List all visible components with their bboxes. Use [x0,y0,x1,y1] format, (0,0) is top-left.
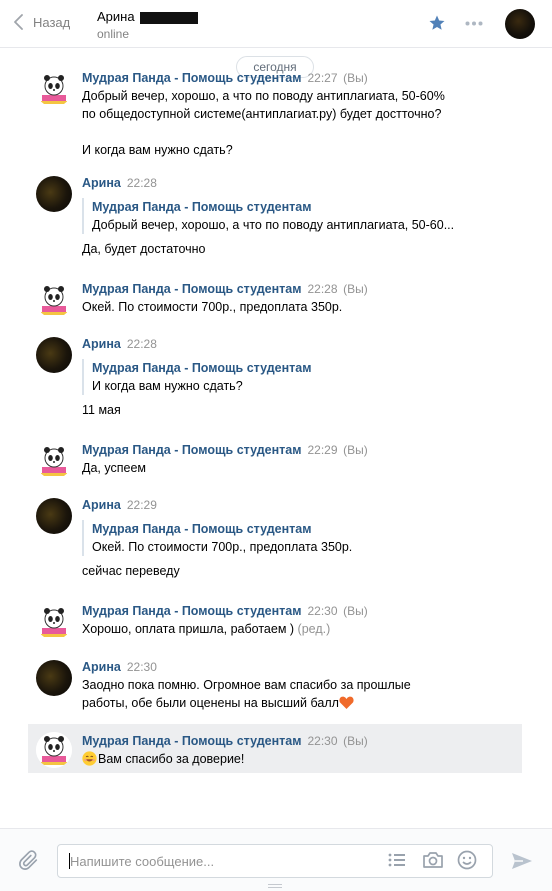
forward-text: Добрый вечер, хорошо, а что по поводу ан… [92,218,455,232]
message-you-tag: (Вы) [343,443,368,457]
message-text: сейчас переведу [82,564,180,578]
panda-avatar[interactable] [36,443,72,479]
message-time[interactable]: 22:30 [307,734,337,748]
message-text-row: работы, обе были оценены на высший балл [82,694,522,712]
back-label: Назад [33,14,71,30]
message-author[interactable]: Мудрая Панда - Помощь студентам [82,71,301,85]
camera-icon[interactable] [422,851,444,869]
message-author[interactable]: Арина [82,337,121,351]
message-time[interactable]: 22:28 [127,337,157,351]
peer-avatar[interactable] [505,9,535,39]
more-dots-icon[interactable] [465,21,483,26]
message-you-tag: (Вы) [343,282,368,296]
message-time[interactable]: 22:27 [307,71,337,85]
message-text: И когда вам нужно сдать? [82,143,233,157]
peer-avatar[interactable] [36,660,72,696]
message-text: работы, обе были оценены на высший балл [82,696,339,710]
message-body: Арина 22:30 Заодно пока помню. Огромное в… [82,658,522,712]
peer-avatar[interactable] [36,498,72,534]
message-you-tag: (Вы) [343,71,368,85]
panda-avatar[interactable] [36,71,72,107]
message-author[interactable]: Мудрая Панда - Помощь студентам [82,443,301,457]
message-text-row: Вам спасибо за доверие! [82,750,522,768]
message-author[interactable]: Арина [82,176,121,190]
message-time[interactable]: 22:30 [307,604,337,618]
back-button[interactable]: Назад [14,14,70,30]
text-cursor [69,853,70,869]
message-author[interactable]: Арина [82,660,121,674]
message-author[interactable]: Мудрая Панда - Помощь студентам [82,282,301,296]
paperclip-icon[interactable] [18,850,40,872]
panda-avatar[interactable] [36,604,72,640]
message-highlighted: Мудрая Панда - Помощь студентам 22:30 (Вы… [28,724,522,773]
message-body: Мудрая Панда - Помощь студентам 22:27 (Вы… [82,69,522,159]
edited-mark[interactable]: (ред.) [298,622,331,636]
message-text-row: Хорошо, оплата пришла, работаем ) (ред.) [82,620,522,638]
emoji-smile-icon[interactable] [457,850,477,870]
list-icon[interactable] [388,852,406,868]
peer-status: online [97,27,130,41]
send-icon[interactable] [511,851,533,871]
back-chevron-icon [14,14,23,30]
message-body: Арина 22:28 Мудрая Панда - Помощь студент… [82,335,522,419]
message-time[interactable]: 22:30 [127,660,157,674]
message-author[interactable]: Арина [82,498,121,512]
forwarded-message[interactable]: Мудрая Панда - Помощь студентам Окей. По… [82,520,522,556]
star-icon[interactable] [428,14,446,32]
message-time[interactable]: 22:29 [307,443,337,457]
message-text: 11 мая [82,403,121,417]
heart-emoji-icon [339,696,354,709]
message-text: Хорошо, оплата пришла, работаем ) [82,622,295,636]
panda-avatar[interactable] [36,282,72,318]
message-you-tag: (Вы) [343,734,368,748]
resize-grip[interactable] [268,884,282,888]
forward-text: И когда вам нужно сдать? [92,379,243,393]
forwarded-message[interactable]: Мудрая Панда - Помощь студентам Добрый в… [82,198,522,234]
message-time[interactable]: 22:29 [127,498,157,512]
panda-avatar[interactable] [36,732,72,768]
forward-text: Окей. По стоимости 700р., предоплата 350… [92,540,353,554]
message-text: Добрый вечер, хорошо, а что по поводу ан… [82,89,445,103]
peer-name[interactable]: Арина [97,9,199,24]
message-text: Да, будет достаточно [82,242,206,256]
message-text: Да, успеем [82,461,146,475]
chat-header: Назад Арина online [0,0,552,48]
message-body: Арина 22:28 Мудрая Панда - Помощь студент… [82,174,522,258]
message-text: Заодно пока помню. Огромное вам спасибо … [82,678,411,692]
message-body: Арина 22:29 Мудрая Панда - Помощь студент… [82,496,522,580]
message-author[interactable]: Мудрая Панда - Помощь студентам [82,734,301,748]
forward-author: Мудрая Панда - Помощь студентам [92,522,312,536]
message-author[interactable]: Мудрая Панда - Помощь студентам [82,604,301,618]
message-time[interactable]: 22:28 [127,176,157,190]
forward-author: Мудрая Панда - Помощь студентам [92,200,312,214]
message-body: Мудрая Панда - Помощь студентам 22:30 (Вы… [82,602,522,638]
message-body: Мудрая Панда - Помощь студентам 22:30 (Вы… [82,732,522,768]
message-text: по общедоступной системе(антиплагиат.ру)… [82,107,442,121]
forwarded-message[interactable]: Мудрая Панда - Помощь студентам И когда … [82,359,522,395]
peer-avatar[interactable] [36,176,72,212]
message-body: Мудрая Панда - Помощь студентам 22:28 (Вы… [82,280,522,316]
smile-emoji-icon [82,751,97,766]
message-body: Мудрая Панда - Помощь студентам 22:29 (Вы… [82,441,522,477]
redacted-surname [140,11,199,24]
message-you-tag: (Вы) [343,604,368,618]
message-text: Вам спасибо за доверие! [98,752,245,766]
forward-author: Мудрая Панда - Помощь студентам [92,361,312,375]
message-text: Окей. По стоимости 700р., предоплата 350… [82,300,343,314]
message-time[interactable]: 22:28 [307,282,337,296]
message-composer [0,828,552,891]
message-text [82,123,522,141]
peer-avatar[interactable] [36,337,72,373]
